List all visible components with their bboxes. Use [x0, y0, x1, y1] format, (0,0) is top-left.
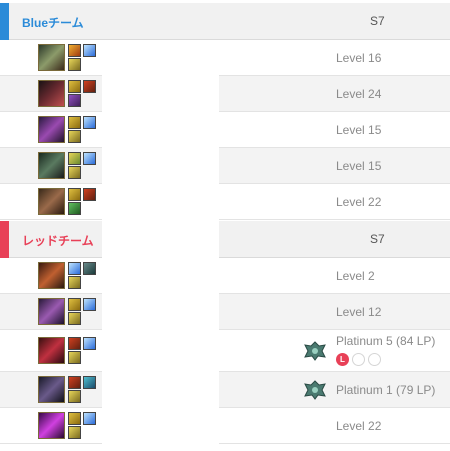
keystone-rune-icon: [68, 351, 81, 364]
ignite-spell-icon: [83, 188, 96, 201]
red-player-row-5[interactable]: Level 22: [0, 408, 450, 444]
exhaust-spell-icon: [68, 80, 81, 93]
flash-spell-icon: [83, 152, 96, 165]
ignite-spell-icon: [68, 376, 81, 389]
flash-spell-icon: [68, 262, 81, 275]
ignite-spell-icon: [68, 44, 81, 57]
red-player-row-2[interactable]: Level 12: [0, 294, 450, 330]
champion-portrait-icon[interactable]: [38, 116, 65, 143]
flash-spell-icon: [83, 412, 96, 425]
player-rank: Level 22: [336, 419, 382, 433]
player-rank: Level 24: [336, 87, 382, 101]
blue-player-row-3[interactable]: Level 15: [0, 112, 450, 148]
keystone-rune-icon: [68, 130, 81, 143]
red-team-color-bar: [0, 221, 9, 258]
keystone-rune-icon: [68, 166, 81, 179]
keystone-rune-icon: [68, 202, 81, 215]
champion-portrait-icon[interactable]: [38, 298, 65, 325]
champion-portrait-icon[interactable]: [38, 80, 65, 107]
champion-portrait-icon[interactable]: [38, 412, 65, 439]
promo-loss-marker: L: [336, 353, 349, 366]
player-rank: Level 2: [336, 269, 375, 283]
keystone-rune-icon: [68, 276, 81, 289]
promo-empty-marker: [352, 353, 365, 366]
player-rank: Level 15: [336, 159, 382, 173]
player-rank: Platinum 1 (79 LP): [336, 383, 436, 397]
platinum-emblem-icon: [304, 341, 326, 361]
champion-portrait-icon[interactable]: [38, 44, 65, 71]
champion-portrait-icon[interactable]: [38, 337, 65, 364]
red-player-row-4[interactable]: Platinum 1 (79 LP): [0, 372, 450, 408]
exhaust-spell-icon: [68, 116, 81, 129]
exhaust-spell-icon: [68, 188, 81, 201]
promo-empty-marker: [368, 353, 381, 366]
heal-spell-icon: [68, 152, 81, 165]
keystone-rune-icon: [68, 94, 81, 107]
flash-spell-icon: [83, 298, 96, 311]
champion-portrait-icon[interactable]: [38, 376, 65, 403]
red-player-row-1[interactable]: Level 2: [0, 258, 450, 294]
champion-portrait-icon[interactable]: [38, 152, 65, 179]
player-rank: Level 22: [336, 195, 382, 209]
flash-spell-icon: [83, 116, 96, 129]
player-rank: Level 15: [336, 123, 382, 137]
blue-team-name: Blueチーム: [22, 16, 84, 30]
red-team-name: レッドチーム: [22, 234, 94, 248]
blue-team-color-bar: [0, 3, 9, 40]
keystone-rune-icon: [68, 312, 81, 325]
champion-portrait-icon[interactable]: [38, 188, 65, 215]
blue-team-season-header: S7: [370, 14, 385, 28]
champion-portrait-icon[interactable]: [38, 262, 65, 289]
flash-spell-icon: [83, 44, 96, 57]
blue-player-row-4[interactable]: Level 15: [0, 148, 450, 184]
player-rank: Platinum 5 (84 LP): [336, 334, 436, 348]
keystone-rune-icon: [68, 390, 81, 403]
red-team-season-header: S7: [370, 232, 385, 246]
promotion-series: L: [336, 353, 384, 367]
smite-spell-icon: [83, 262, 96, 275]
ignite-spell-icon: [68, 337, 81, 350]
exhaust-spell-icon: [68, 298, 81, 311]
exhaust-spell-icon: [68, 412, 81, 425]
player-rank: Level 16: [336, 51, 382, 65]
ignite-spell-icon: [83, 80, 96, 93]
blue-player-row-2[interactable]: Level 24: [0, 76, 450, 112]
red-player-row-3[interactable]: Platinum 5 (84 LP) L: [0, 330, 450, 372]
player-rank: Level 12: [336, 305, 382, 319]
blue-team-header: Blueチーム S7: [0, 3, 450, 40]
platinum-emblem-icon: [304, 380, 326, 400]
blue-player-row-5[interactable]: Level 22: [0, 184, 450, 220]
blue-player-row-1[interactable]: Level 16: [0, 40, 450, 76]
red-team-header: レッドチーム S7: [0, 221, 450, 258]
redacted-summoner-names: [102, 46, 219, 444]
flash-spell-icon: [83, 337, 96, 350]
keystone-rune-icon: [68, 426, 81, 439]
teleport-spell-icon: [83, 376, 96, 389]
keystone-rune-icon: [68, 58, 81, 71]
